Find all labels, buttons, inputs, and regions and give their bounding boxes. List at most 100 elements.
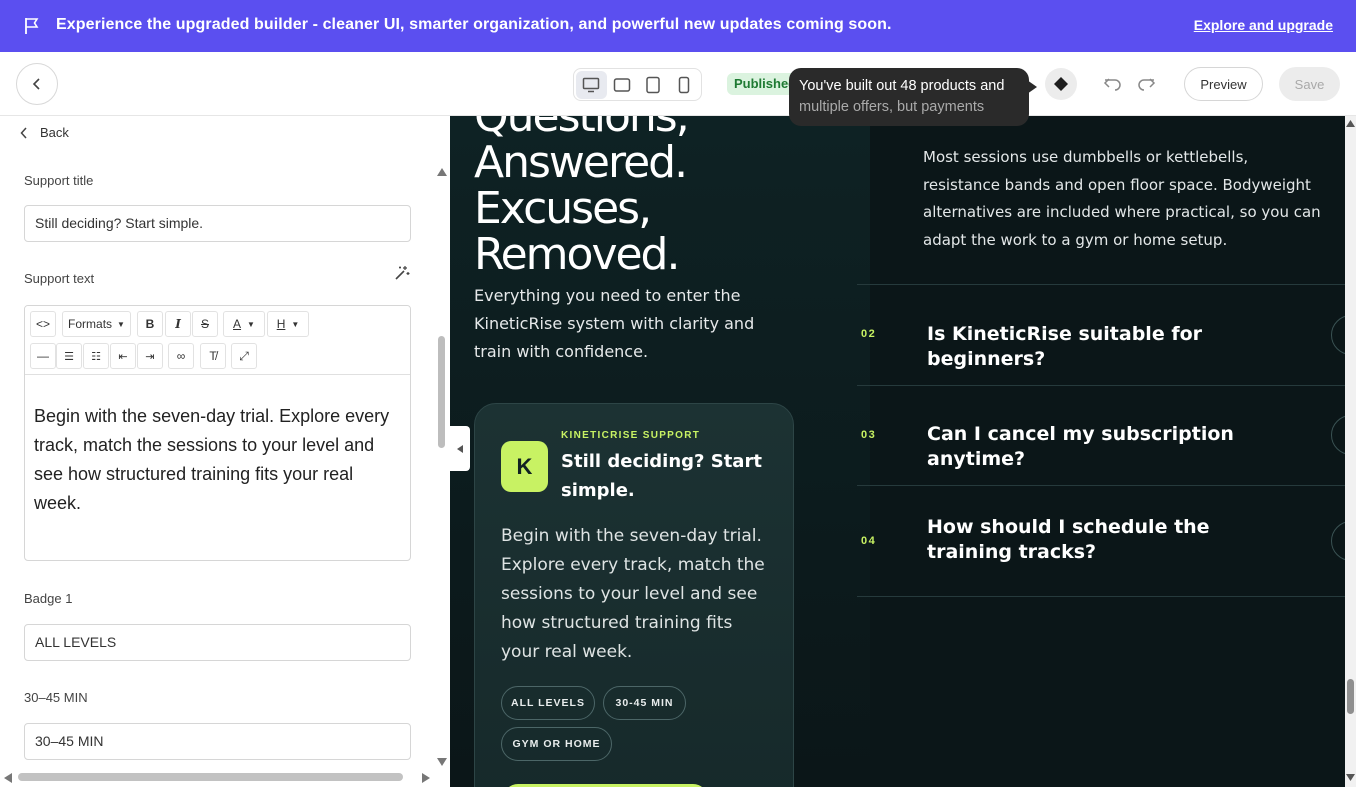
canvas-scrollbar-thumb[interactable] xyxy=(1347,679,1354,714)
indent-button[interactable]: ⇥ xyxy=(137,343,163,369)
faq-divider xyxy=(857,385,1356,386)
scroll-up-arrow-icon[interactable] xyxy=(1346,120,1355,127)
badge1-label: Badge 1 xyxy=(24,591,73,606)
save-button[interactable]: Save xyxy=(1279,67,1340,101)
pill-all-levels: ALL LEVELS xyxy=(501,686,595,720)
banner-message: Experience the upgraded builder - cleane… xyxy=(56,16,892,33)
page-preview-canvas: Questions, Answered. Excuses, Removed. E… xyxy=(450,116,1356,787)
fullscreen-icon: ⤢ xyxy=(239,348,249,363)
text-color-icon: A xyxy=(233,317,242,331)
desktop-view-button[interactable] xyxy=(576,70,607,99)
faq-question[interactable]: How should I schedule the training track… xyxy=(927,515,1267,565)
mobile-view-button[interactable] xyxy=(668,71,699,99)
flag-icon xyxy=(25,18,39,34)
exit-editor-button[interactable] xyxy=(16,63,58,105)
numbered-list-icon: ☷ xyxy=(91,350,101,363)
pill-duration: 30-45 MIN xyxy=(603,686,686,720)
card-text: Begin with the seven-day trial. Explore … xyxy=(501,526,765,662)
card-title: Still deciding? Start simple. xyxy=(561,451,762,501)
faq-divider xyxy=(857,284,1356,285)
support-title-label: Support title xyxy=(24,173,94,188)
hero-line-2: Excuses, xyxy=(474,183,652,234)
link-button[interactable]: ∞ xyxy=(168,343,194,369)
card-eyebrow: KINETICRISE SUPPORT xyxy=(561,430,701,441)
text-color-dropdown[interactable]: A ▼ xyxy=(223,311,265,337)
bold-icon: B xyxy=(145,317,155,331)
scroll-left-arrow-icon[interactable] xyxy=(4,773,12,783)
payments-tooltip: You've built out 48 products and multipl… xyxy=(789,68,1029,126)
scroll-down-arrow-icon[interactable] xyxy=(437,758,447,766)
tooltip-line-1: You've built out 48 products and xyxy=(799,78,1005,94)
italic-icon: I xyxy=(175,317,181,331)
panel-horizontal-scrollbar-thumb[interactable] xyxy=(18,773,403,781)
code-icon: <> xyxy=(35,317,50,331)
caret-down-icon: ▼ xyxy=(117,319,125,329)
indent-icon: ⇥ xyxy=(145,350,155,363)
numbered-list-button[interactable]: ☷ xyxy=(83,343,109,369)
faq-answer-01: Most sessions use dumbbells or kettlebel… xyxy=(923,148,1321,249)
pill-gym-or-home: GYM OR HOME xyxy=(501,727,612,761)
clear-format-icon: T̸ xyxy=(209,349,217,363)
tooltip-arrow xyxy=(1027,80,1037,94)
scroll-up-arrow-icon[interactable] xyxy=(437,168,447,176)
explore-upgrade-link[interactable]: Explore and upgrade xyxy=(1194,17,1333,33)
collapse-panel-button[interactable] xyxy=(450,426,470,471)
faq-question[interactable]: Is KineticRise suitable for beginners? xyxy=(927,322,1277,372)
scroll-down-arrow-icon[interactable] xyxy=(1346,774,1355,781)
horizontal-rule-button[interactable]: — xyxy=(30,343,56,369)
highlight-icon: H xyxy=(276,317,286,331)
chevron-left-icon xyxy=(20,126,27,139)
faq-divider xyxy=(857,596,1356,597)
link-icon: ∞ xyxy=(176,349,186,363)
strikethrough-button[interactable]: S xyxy=(192,311,218,337)
magic-wand-icon[interactable] xyxy=(394,265,410,281)
bullet-list-button[interactable]: ☰ xyxy=(56,343,82,369)
badge2-input[interactable]: 30–45 MIN xyxy=(24,723,411,760)
settings-panel: Back Support title Still deciding? Start… xyxy=(0,116,450,787)
caret-down-icon: ▼ xyxy=(291,319,300,329)
support-title-input[interactable]: Still deciding? Start simple. xyxy=(24,205,411,242)
bullet-list-icon: ☰ xyxy=(64,350,74,363)
faq-number: 04 xyxy=(861,535,877,547)
rich-text-editor: <> Formats ▼ B I S A ▼ H ▼ — ☰ ☷ ⇤ ⇥ ∞ T̸ ⤢… xyxy=(24,305,411,561)
editor-content[interactable]: Begin with the seven-day trial. Explore … xyxy=(25,375,410,545)
badge1-input[interactable]: ALL LEVELS xyxy=(24,624,411,661)
badge2-label: 30–45 MIN xyxy=(24,690,88,705)
caret-left-icon xyxy=(457,444,463,453)
formats-label: Formats xyxy=(68,317,113,331)
redo-icon[interactable] xyxy=(1136,74,1156,94)
highlight-dropdown[interactable]: H ▼ xyxy=(267,311,309,337)
faq-divider xyxy=(857,485,1356,486)
assistant-button[interactable] xyxy=(1045,68,1077,100)
mobile-icon xyxy=(678,76,689,93)
formats-dropdown[interactable]: Formats ▼ xyxy=(62,311,131,337)
horizontal-rule-icon: — xyxy=(37,349,49,363)
faq-question[interactable]: Can I cancel my subscription anytime? xyxy=(927,422,1277,472)
hero-line-3: Removed. xyxy=(474,229,680,280)
faq-number: 03 xyxy=(861,429,877,441)
bold-button[interactable]: B xyxy=(137,311,163,337)
panel-scrollbar-thumb[interactable] xyxy=(438,336,445,448)
tooltip-line-2: multiple offers, but payments xyxy=(799,99,985,115)
clear-format-button[interactable]: T̸ xyxy=(200,343,226,369)
hero-heading: Questions, Answered. Excuses, Removed. xyxy=(474,116,690,280)
strikethrough-icon: S xyxy=(200,317,209,331)
undo-icon[interactable] xyxy=(1103,74,1123,94)
tablet-landscape-view-button[interactable] xyxy=(607,71,638,99)
outdent-icon: ⇤ xyxy=(118,350,128,363)
hero-subtitle: Everything you need to enter the Kinetic… xyxy=(474,286,755,361)
support-card[interactable]: K KINETICRISE SUPPORT Still deciding? St… xyxy=(474,403,794,787)
tablet-portrait-view-button[interactable] xyxy=(638,71,669,99)
panel-back-link[interactable]: Back xyxy=(20,125,69,140)
diamond-icon xyxy=(1054,77,1068,91)
preview-button[interactable]: Preview xyxy=(1184,67,1263,101)
faq-number: 02 xyxy=(861,328,877,340)
outdent-button[interactable]: ⇤ xyxy=(110,343,136,369)
scroll-right-arrow-icon[interactable] xyxy=(422,773,430,783)
fullscreen-button[interactable]: ⤢ xyxy=(231,343,257,369)
caret-down-icon: ▼ xyxy=(247,319,255,329)
editor-toolbar: Published You've built out 48 products a… xyxy=(0,52,1356,126)
source-code-button[interactable]: <> xyxy=(30,311,56,337)
italic-button[interactable]: I xyxy=(165,311,191,337)
brand-badge: K xyxy=(501,441,548,492)
